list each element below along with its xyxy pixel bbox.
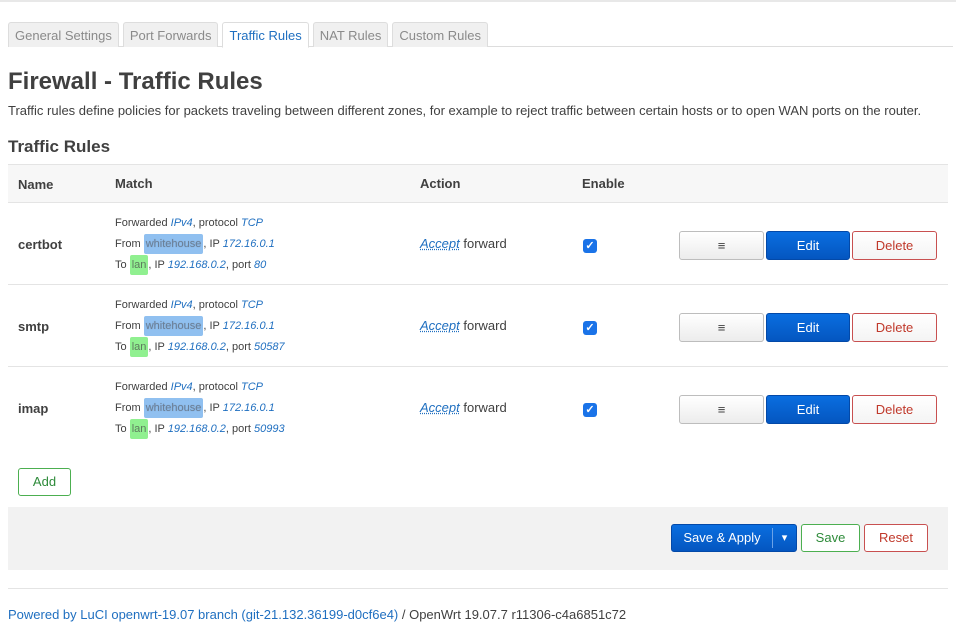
zone-badge-wan: whitehouse — [143, 398, 204, 418]
table-header: Name Match Action Enable — [8, 164, 948, 203]
delete-button[interactable]: Delete — [852, 395, 937, 424]
tab-nat-rules[interactable]: NAT Rules — [312, 22, 389, 47]
drag-handle-button[interactable]: ≡ — [679, 231, 764, 260]
action-target: Accept — [420, 400, 460, 415]
tab-general-settings[interactable]: General Settings — [8, 22, 119, 47]
edit-button[interactable]: Edit — [766, 313, 850, 342]
match-protocol: TCP — [240, 217, 263, 229]
table-row: imap Forwarded IPv4, protocol TCP From w… — [8, 367, 948, 449]
save-apply-button[interactable]: Save & Apply ▾ — [671, 524, 797, 552]
match-text: From — [115, 238, 144, 250]
luci-link[interactable]: Powered by LuCI openwrt-19.07 branch (gi… — [8, 607, 398, 622]
page-description: Traffic rules define policies for packet… — [8, 103, 922, 118]
edit-button[interactable]: Edit — [766, 231, 850, 260]
match-text: , IP — [203, 238, 223, 250]
reset-button[interactable]: Reset — [864, 524, 928, 552]
action-suffix: forward — [459, 400, 507, 415]
page-title: Firewall - Traffic Rules — [8, 68, 263, 95]
top-border — [0, 0, 956, 2]
save-button[interactable]: Save — [801, 524, 860, 552]
version-text: / OpenWrt 19.07.7 r11306-c4a6851c72 — [398, 607, 627, 622]
match-text: , protocol — [192, 217, 241, 229]
rule-match: Forwarded IPv4, protocol TCP From whiteh… — [115, 377, 285, 440]
header-enable: Enable — [582, 176, 625, 191]
header-action: Action — [420, 176, 461, 191]
match-port: 80 — [254, 259, 267, 271]
action-suffix: forward — [459, 236, 507, 251]
match-src-ip: 172.16.0.1 — [222, 320, 275, 332]
match-text: , protocol — [192, 299, 241, 311]
enable-checkbox[interactable]: ✓ — [583, 321, 597, 335]
match-text: Forwarded — [115, 299, 171, 311]
rule-name: smtp — [18, 319, 50, 334]
match-protocol: TCP — [240, 381, 263, 393]
rule-match: Forwarded IPv4, protocol TCP From whiteh… — [115, 295, 285, 358]
match-dest-ip: 192.168.0.2 — [167, 341, 226, 353]
match-text: , IP — [148, 423, 168, 435]
match-src-ip: 172.16.0.1 — [222, 402, 275, 414]
enable-checkbox[interactable]: ✓ — [583, 403, 597, 417]
match-protocol: TCP — [240, 299, 263, 311]
match-text: , IP — [203, 320, 223, 332]
match-text: , port — [225, 341, 254, 353]
match-text: Forwarded — [115, 217, 171, 229]
zone-badge-lan: lan — [129, 255, 149, 275]
table-row: smtp Forwarded IPv4, protocol TCP From w… — [8, 285, 948, 367]
drag-handle-button[interactable]: ≡ — [679, 313, 764, 342]
rule-name: certbot — [18, 237, 63, 252]
zone-badge-lan: lan — [129, 337, 149, 357]
dropdown-icon[interactable]: ▾ — [773, 525, 796, 551]
zone-badge-wan: whitehouse — [143, 234, 204, 254]
enable-checkbox[interactable]: ✓ — [583, 239, 597, 253]
delete-button[interactable]: Delete — [852, 231, 937, 260]
match-text: , IP — [148, 259, 168, 271]
match-text: , port — [225, 423, 254, 435]
add-button[interactable]: Add — [18, 468, 71, 496]
match-text: , IP — [148, 341, 168, 353]
match-text: , port — [225, 259, 254, 271]
zone-badge-lan: lan — [129, 419, 149, 439]
match-text: To — [115, 259, 130, 271]
table-row: certbot Forwarded IPv4, protocol TCP Fro… — [8, 203, 948, 285]
match-port: 50993 — [254, 423, 285, 435]
match-family: IPv4 — [170, 381, 193, 393]
drag-handle-button[interactable]: ≡ — [679, 395, 764, 424]
match-dest-ip: 192.168.0.2 — [167, 423, 226, 435]
match-text: To — [115, 423, 130, 435]
rule-action: Accept forward — [420, 400, 507, 415]
rule-action: Accept forward — [420, 236, 507, 251]
rule-match: Forwarded IPv4, protocol TCP From whiteh… — [115, 213, 275, 276]
match-text: , protocol — [192, 381, 241, 393]
tab-bar: General Settings Port Forwards Traffic R… — [8, 22, 953, 48]
match-dest-ip: 192.168.0.2 — [167, 259, 226, 271]
edit-button[interactable]: Edit — [766, 395, 850, 424]
match-text: Forwarded — [115, 381, 171, 393]
footer-divider — [8, 588, 948, 589]
rule-name: imap — [18, 401, 49, 416]
rule-action: Accept forward — [420, 318, 507, 333]
section-title: Traffic Rules — [8, 137, 111, 156]
action-suffix: forward — [459, 318, 507, 333]
match-family: IPv4 — [170, 299, 193, 311]
action-target: Accept — [420, 318, 460, 333]
match-port: 50587 — [254, 341, 285, 353]
match-text: , IP — [203, 402, 223, 414]
delete-button[interactable]: Delete — [852, 313, 937, 342]
tab-traffic-rules[interactable]: Traffic Rules — [222, 22, 309, 48]
save-apply-label[interactable]: Save & Apply — [672, 525, 772, 551]
tab-port-forwards[interactable]: Port Forwards — [122, 22, 219, 47]
header-name: Name — [18, 177, 54, 192]
match-text: From — [115, 402, 144, 414]
rules-table: Name Match Action Enable certbot Forward… — [8, 164, 948, 449]
action-target: Accept — [420, 236, 460, 251]
match-src-ip: 172.16.0.1 — [222, 238, 275, 250]
match-family: IPv4 — [170, 217, 193, 229]
tab-custom-rules[interactable]: Custom Rules — [392, 22, 489, 47]
match-text: From — [115, 320, 144, 332]
match-text: To — [115, 341, 130, 353]
header-match: Match — [115, 176, 153, 191]
footer: Powered by LuCI openwrt-19.07 branch (gi… — [8, 607, 626, 622]
page-actions: Save & Apply ▾ Save Reset — [8, 507, 948, 570]
zone-badge-wan: whitehouse — [143, 316, 204, 336]
